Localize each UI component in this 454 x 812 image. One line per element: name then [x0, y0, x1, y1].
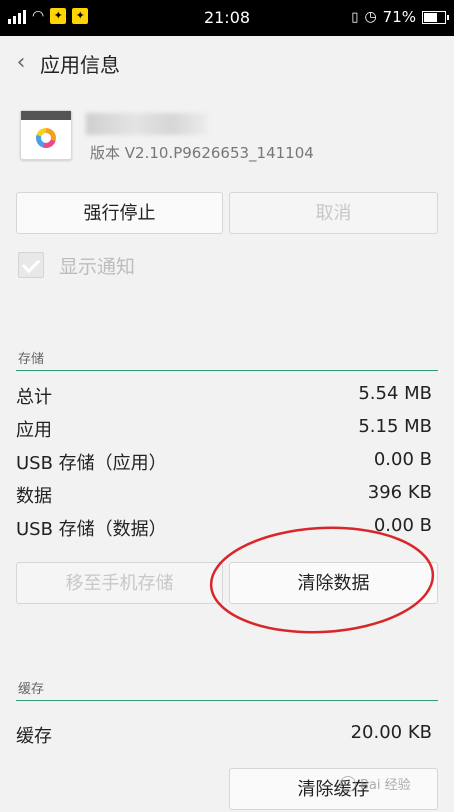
app-bar: ‹ 应用信息 [0, 36, 454, 90]
storage-row: 总计 5.54 MB [16, 378, 432, 410]
storage-section-label: 存储 [18, 352, 45, 367]
back-button[interactable]: ‹ [10, 48, 32, 78]
storage-row-label: USB 存储（应用） [16, 453, 167, 474]
cache-section-label: 缓存 [18, 682, 45, 697]
storage-row-value: 396 KB [367, 482, 432, 503]
app-name-redacted [86, 113, 208, 135]
storage-row-value: 5.15 MB [358, 416, 432, 437]
cancel-button[interactable]: 取消 [229, 192, 438, 234]
storage-row: USB 存储（数据） 0.00 B [16, 510, 432, 542]
show-notifications-checkbox[interactable] [18, 252, 44, 278]
clear-data-button[interactable]: 清除数据 [229, 562, 438, 604]
cache-row: 缓存 20.00 KB [16, 717, 432, 749]
vibrate-icon: ▯ [351, 9, 359, 25]
force-stop-button[interactable]: 强行停止 [16, 192, 223, 234]
storage-row-value: 0.00 B [373, 515, 432, 536]
alarm-icon: ◷ [364, 9, 377, 25]
chevron-left-icon: ‹ [16, 50, 26, 75]
cache-row-value: 20.00 KB [350, 722, 432, 743]
storage-row-label: USB 存储（数据） [16, 519, 167, 540]
battery-percent: 71% [382, 8, 416, 26]
show-notifications-label: 显示通知 [59, 255, 136, 278]
show-notifications-row[interactable]: 显示通知 [18, 250, 135, 280]
storage-row-label: 应用 [16, 420, 52, 441]
storage-row-value: 5.54 MB [358, 383, 432, 404]
watermark-text: Bai 经验 [360, 778, 411, 793]
app-version: 版本 V2.10.P9626653_141104 [90, 144, 314, 162]
storage-divider [16, 370, 438, 371]
status-right-icons: ▯ ◷ 71% [351, 8, 449, 26]
storage-row: USB 存储（应用） 0.00 B [16, 444, 432, 476]
storage-row: 数据 396 KB [16, 477, 432, 509]
status-bar: ◠ ✦ ✦ 21:08 ▯ ◷ 71% [0, 0, 454, 36]
storage-row-label: 数据 [16, 486, 52, 507]
battery-fill [424, 12, 437, 22]
cache-divider [16, 700, 438, 701]
storage-row-value: 0.00 B [373, 449, 432, 470]
paw-icon [340, 775, 356, 792]
storage-row-label: 总计 [16, 387, 52, 408]
move-to-phone-storage-button[interactable]: 移至手机存储 [16, 562, 223, 604]
cache-row-label: 缓存 [16, 726, 52, 747]
battery-icon [422, 10, 449, 24]
page-title: 应用信息 [40, 53, 120, 77]
storage-row: 应用 5.15 MB [16, 411, 432, 443]
watermark: Bai 经验 [340, 774, 411, 793]
app-icon [20, 110, 72, 160]
